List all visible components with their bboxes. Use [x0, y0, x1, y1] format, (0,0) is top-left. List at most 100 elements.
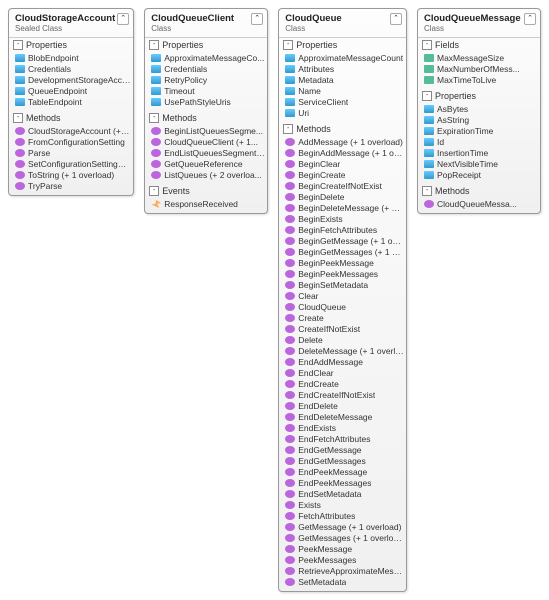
section-header[interactable]: -Fields [418, 38, 540, 52]
member-item[interactable]: BeginPeekMessages [285, 269, 404, 280]
member-item[interactable]: RetryPolicy [151, 75, 265, 86]
section-header[interactable]: -Properties [418, 89, 540, 103]
expand-box-icon[interactable]: - [422, 40, 432, 50]
member-item[interactable]: AddMessage (+ 1 overload) [285, 137, 404, 148]
member-item[interactable]: GetMessages (+ 1 overload) [285, 533, 404, 544]
member-item[interactable]: Timeout [151, 86, 265, 97]
expand-box-icon[interactable]: - [149, 40, 159, 50]
expand-box-icon[interactable]: - [149, 113, 159, 123]
member-item[interactable]: EndSetMetadata [285, 489, 404, 500]
section-header[interactable]: -Methods [418, 184, 540, 198]
section-header[interactable]: -Properties [9, 38, 133, 52]
member-item[interactable]: EndPeekMessages [285, 478, 404, 489]
member-item[interactable]: BeginDelete [285, 192, 404, 203]
member-item[interactable]: BeginGetMessage (+ 1 overl... [285, 236, 404, 247]
member-item[interactable]: SetMetadata [285, 577, 404, 588]
member-item[interactable]: DeleteMessage (+ 1 overload) [285, 346, 404, 357]
member-item[interactable]: BeginDeleteMessage (+ 1 ov... [285, 203, 404, 214]
member-item[interactable]: GetQueueReference [151, 159, 265, 170]
member-item[interactable]: ToString (+ 1 overload) [15, 170, 131, 181]
member-item[interactable]: AsString [424, 115, 538, 126]
member-item[interactable]: SetConfigurationSettingPubl... [15, 159, 131, 170]
member-item[interactable]: RetrieveApproximateMessag... [285, 566, 404, 577]
member-item[interactable]: BeginSetMetadata [285, 280, 404, 291]
member-item[interactable]: UsePathStyleUris [151, 97, 265, 108]
member-item[interactable]: EndCreateIfNotExist [285, 390, 404, 401]
member-item[interactable]: EndDelete [285, 401, 404, 412]
member-item[interactable]: MaxNumberOfMess... [424, 64, 538, 75]
member-item[interactable]: ServiceClient [285, 97, 404, 108]
member-item[interactable]: Credentials [15, 64, 131, 75]
member-item[interactable]: PeekMessages [285, 555, 404, 566]
expand-box-icon[interactable]: - [13, 113, 23, 123]
section-header[interactable]: -Properties [145, 38, 267, 52]
member-item[interactable]: Attributes [285, 64, 404, 75]
collapse-icon[interactable]: ⌃ [117, 13, 129, 25]
section-header[interactable]: -Methods [145, 111, 267, 125]
member-item[interactable]: BeginAddMessage (+ 1 overl... [285, 148, 404, 159]
expand-box-icon[interactable]: - [283, 124, 293, 134]
member-item[interactable]: TableEndpoint [15, 97, 131, 108]
member-item[interactable]: BeginPeekMessage [285, 258, 404, 269]
member-item[interactable]: BeginExists [285, 214, 404, 225]
section-header[interactable]: -Properties [279, 38, 406, 52]
member-item[interactable]: Metadata [285, 75, 404, 86]
member-item[interactable]: MaxTimeToLive [424, 75, 538, 86]
member-item[interactable]: EndGetMessage [285, 445, 404, 456]
member-item[interactable]: FromConfigurationSetting [15, 137, 131, 148]
member-item[interactable]: CreateIfNotExist [285, 324, 404, 335]
member-item[interactable]: BlobEndpoint [15, 53, 131, 64]
member-item[interactable]: InsertionTime [424, 148, 538, 159]
member-item[interactable]: ExpirationTime [424, 126, 538, 137]
collapse-icon[interactable]: ⌃ [251, 13, 263, 25]
member-item[interactable]: EndGetMessages [285, 456, 404, 467]
member-item[interactable]: EndFetchAttributes [285, 434, 404, 445]
member-item[interactable]: BeginCreateIfNotExist [285, 181, 404, 192]
member-item[interactable]: DevelopmentStorageAccount [15, 75, 131, 86]
member-item[interactable]: Id [424, 137, 538, 148]
member-item[interactable]: Parse [15, 148, 131, 159]
member-item[interactable]: MaxMessageSize [424, 53, 538, 64]
member-item[interactable]: Clear [285, 291, 404, 302]
member-item[interactable]: BeginClear [285, 159, 404, 170]
class-card[interactable]: CloudQueueClientClass⌃-PropertiesApproxi… [144, 8, 268, 214]
member-item[interactable]: BeginFetchAttributes [285, 225, 404, 236]
member-item[interactable]: AsBytes [424, 104, 538, 115]
member-item[interactable]: EndExists [285, 423, 404, 434]
member-item[interactable]: Create [285, 313, 404, 324]
member-item[interactable]: NextVisibleTime [424, 159, 538, 170]
section-header[interactable]: -Methods [9, 111, 133, 125]
expand-box-icon[interactable]: - [149, 186, 159, 196]
class-card[interactable]: CloudStorageAccountSealed Class⌃-Propert… [8, 8, 134, 196]
section-header[interactable]: -Methods [279, 122, 406, 136]
expand-box-icon[interactable]: - [283, 40, 293, 50]
member-item[interactable]: BeginCreate [285, 170, 404, 181]
member-item[interactable]: GetMessage (+ 1 overload) [285, 522, 404, 533]
class-card[interactable]: CloudQueueClass⌃-PropertiesApproximateMe… [278, 8, 407, 592]
member-item[interactable]: ListQueues (+ 2 overloa... [151, 170, 265, 181]
collapse-icon[interactable]: ⌃ [524, 13, 536, 25]
member-item[interactable]: CloudStorageAccount (+ 1 o... [15, 126, 131, 137]
member-item[interactable]: QueueEndpoint [15, 86, 131, 97]
class-card[interactable]: CloudQueueMessageClass⌃-FieldsMaxMessage… [417, 8, 541, 214]
member-item[interactable]: Credentials [151, 64, 265, 75]
member-item[interactable]: Exists [285, 500, 404, 511]
member-item[interactable]: TryParse [15, 181, 131, 192]
member-item[interactable]: EndDeleteMessage [285, 412, 404, 423]
member-item[interactable]: PeekMessage [285, 544, 404, 555]
member-item[interactable]: CloudQueueClient (+ 1... [151, 137, 265, 148]
member-item[interactable]: EndPeekMessage [285, 467, 404, 478]
member-item[interactable]: Name [285, 86, 404, 97]
member-item[interactable]: ApproximateMessageCount [285, 53, 404, 64]
member-item[interactable]: ApproximateMessageCo... [151, 53, 265, 64]
member-item[interactable]: CloudQueue [285, 302, 404, 313]
member-item[interactable]: Uri [285, 108, 404, 119]
member-item[interactable]: ResponseReceived [151, 199, 265, 210]
section-header[interactable]: -Events [145, 184, 267, 198]
member-item[interactable]: EndAddMessage [285, 357, 404, 368]
member-item[interactable]: EndListQueuesSegmented [151, 148, 265, 159]
member-item[interactable]: FetchAttributes [285, 511, 404, 522]
member-item[interactable]: Delete [285, 335, 404, 346]
member-item[interactable]: EndClear [285, 368, 404, 379]
expand-box-icon[interactable]: - [422, 91, 432, 101]
